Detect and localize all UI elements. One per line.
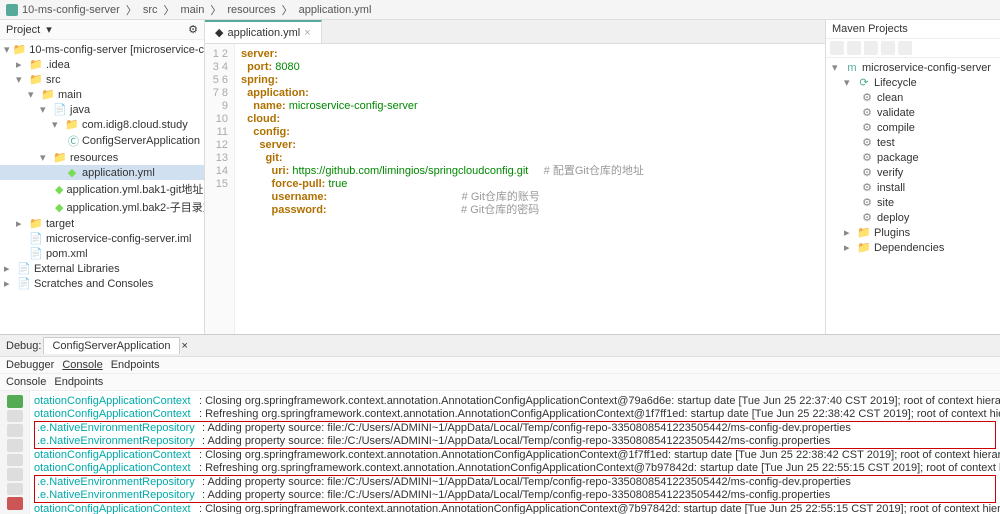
run-icon[interactable] <box>864 41 878 55</box>
maven-phase-install[interactable]: ⚙install <box>828 180 998 195</box>
breadcrumb-item[interactable]: main <box>180 4 204 16</box>
editor-tab-label: application.yml <box>227 27 300 39</box>
maven-title: Maven Projects <box>826 20 1000 39</box>
maven-plugins[interactable]: ▸📁Plugins <box>828 225 998 240</box>
camera-icon[interactable] <box>7 454 23 467</box>
maven-module[interactable]: ▾mmicroservice-config-server <box>828 60 998 75</box>
maven-lifecycle[interactable]: ▾⟳Lifecycle <box>828 75 998 90</box>
tree-item[interactable]: 📄microservice-config-server.iml <box>0 231 204 246</box>
settings-icon[interactable] <box>7 468 23 481</box>
console-toolbar <box>0 391 30 514</box>
tree-item[interactable]: ▾📁10-ms-config-server [microservice-conf… <box>0 42 204 57</box>
maven-phase-site[interactable]: ⚙site <box>828 195 998 210</box>
tab-endpoints[interactable]: Endpoints <box>111 359 160 371</box>
yaml-icon: ◆ <box>215 26 223 39</box>
chevron-down-icon[interactable]: ▾ <box>46 23 52 36</box>
close-icon[interactable] <box>7 497 23 510</box>
breadcrumb-item[interactable]: 10-ms-config-server <box>22 4 120 16</box>
tab-debugger[interactable]: Debugger <box>6 359 54 371</box>
debug-label: Debug: <box>6 340 41 352</box>
tree-item[interactable]: ▾📁main <box>0 87 204 102</box>
maven-phase-clean[interactable]: ⚙clean <box>828 90 998 105</box>
tree-item[interactable]: ◆application.yml <box>0 165 204 180</box>
settings-icon[interactable] <box>898 41 912 55</box>
close-icon[interactable]: × <box>182 340 188 352</box>
collapse-icon[interactable] <box>881 41 895 55</box>
tab-console[interactable]: Console <box>62 359 102 371</box>
tree-item[interactable]: ▸📄External Libraries <box>0 261 204 276</box>
maven-phase-test[interactable]: ⚙test <box>828 135 998 150</box>
tree-item[interactable]: ▸📄Scratches and Consoles <box>0 276 204 291</box>
project-tree[interactable]: ▾📁10-ms-config-server [microservice-conf… <box>0 40 204 334</box>
module-icon <box>6 4 18 16</box>
gear-icon[interactable]: ⚙ <box>188 23 198 36</box>
maven-phase-validate[interactable]: ⚙validate <box>828 105 998 120</box>
maven-tool-window: Maven Projects ▾mmicroservice-config-ser… <box>825 20 1000 334</box>
subtab-console[interactable]: Console <box>6 376 46 388</box>
maven-tree[interactable]: ▾mmicroservice-config-server▾⟳Lifecycle⚙… <box>826 58 1000 334</box>
project-panel-title[interactable]: Project <box>6 24 40 36</box>
tree-item[interactable]: ▸📁.idea <box>0 57 204 72</box>
tree-item[interactable]: ▸📁target <box>0 216 204 231</box>
breadcrumb-item[interactable]: application.yml <box>299 4 372 16</box>
breadcrumb-item[interactable]: src <box>143 4 158 16</box>
down-icon[interactable] <box>7 439 23 452</box>
pause-icon[interactable] <box>7 424 23 437</box>
tree-item[interactable]: ▾📁com.idig8.cloud.study <box>0 117 204 132</box>
add-icon[interactable] <box>847 41 861 55</box>
tree-item[interactable]: 📄pom.xml <box>0 246 204 261</box>
debug-tool-window: Debug: ConfigServerApplication × Debugge… <box>0 334 1000 514</box>
maven-toolbar <box>826 39 1000 58</box>
tree-item[interactable]: ◆application.yml.bak1-git地址占位符 <box>0 180 204 198</box>
tree-item[interactable]: ▾📄java <box>0 102 204 117</box>
code-editor[interactable]: server: port: 8080 spring: application: … <box>235 44 825 334</box>
subtab-endpoints[interactable]: Endpoints <box>54 376 103 388</box>
breadcrumb-item[interactable]: resources <box>227 4 275 16</box>
tree-item[interactable]: ◆application.yml.bak2-子目录支持search-p <box>0 198 204 216</box>
editor-tabs: ◆ application.yml × <box>205 20 825 44</box>
tree-item[interactable]: ▾📁src <box>0 72 204 87</box>
close-icon[interactable]: × <box>304 27 310 39</box>
maven-phase-compile[interactable]: ⚙compile <box>828 120 998 135</box>
editor-tab[interactable]: ◆ application.yml × <box>205 20 322 43</box>
console-output[interactable]: otationConfigApplicationContext : Closin… <box>30 391 1000 514</box>
tree-item[interactable]: ▾📁resources <box>0 150 204 165</box>
maven-phase-deploy[interactable]: ⚙deploy <box>828 210 998 225</box>
maven-phase-package[interactable]: ⚙package <box>828 150 998 165</box>
rerun-icon[interactable] <box>7 395 23 408</box>
maven-dependencies[interactable]: ▸📁Dependencies <box>828 240 998 255</box>
tree-item[interactable]: ⒸConfigServerApplication <box>0 132 204 150</box>
project-tool-window: Project ▾ ⚙ ▾📁10-ms-config-server [micro… <box>0 20 205 334</box>
run-config-tab[interactable]: ConfigServerApplication <box>43 337 179 354</box>
editor-gutter[interactable]: 1 2 3 4 5 6 7 8 9 10 11 12 13 14 15 <box>205 44 235 334</box>
breadcrumb[interactable]: 10-ms-config-server 〉 src 〉 main 〉 resou… <box>0 0 1000 20</box>
refresh-icon[interactable] <box>830 41 844 55</box>
stop-icon[interactable] <box>7 410 23 423</box>
pin-icon[interactable] <box>7 483 23 496</box>
maven-phase-verify[interactable]: ⚙verify <box>828 165 998 180</box>
